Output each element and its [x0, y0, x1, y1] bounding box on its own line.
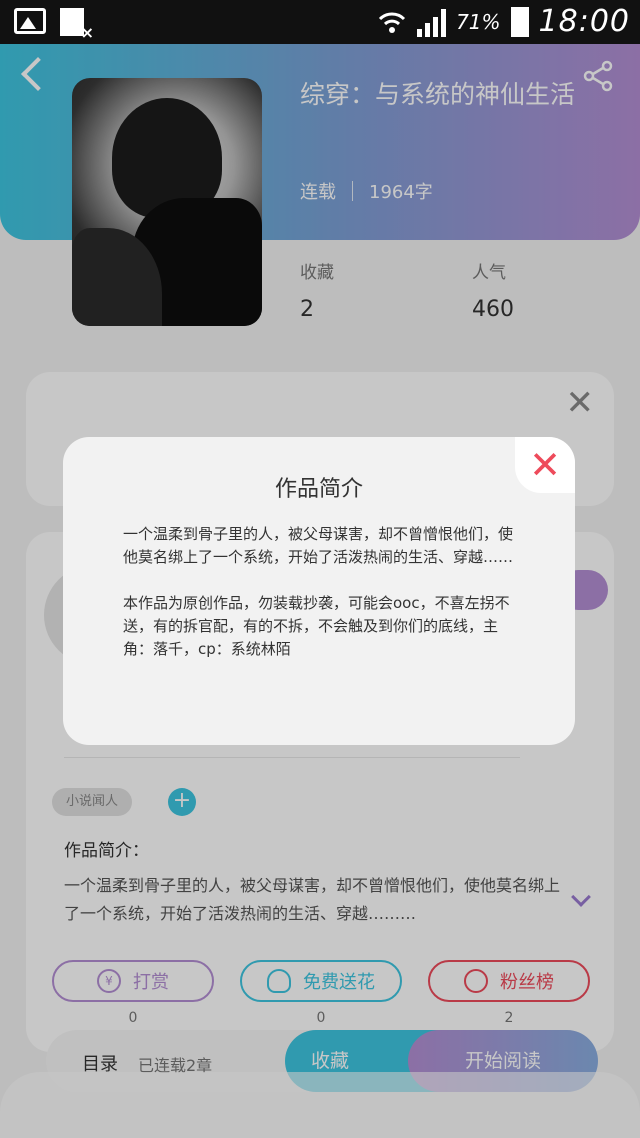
modal-title: 作品简介 — [274, 477, 363, 502]
modal-paragraph: 本作品为原创作品，勿装载抄袭，可能会ooc，不喜左拐不送，有的拆官配，有的不拆，… — [123, 594, 510, 658]
wifi-icon — [379, 12, 406, 33]
image-notification-icon — [14, 8, 46, 34]
clock: 18:00 — [538, 4, 630, 39]
battery-percent: 71% — [456, 9, 501, 34]
signal-icon — [417, 7, 447, 37]
modal-paragraph: 一个温柔到骨子里的人，被父母谋害，却不曾憎恨他们，使他莫名绑上了一个系统，开始了… — [123, 525, 514, 566]
document-notification-icon — [60, 8, 94, 42]
modal-body: 一个温柔到骨子里的人，被父母谋害，却不曾憎恨他们，使他莫名绑上了一个系统，开始了… — [123, 523, 523, 661]
intro-modal: ✕ 作品简介 一个温柔到骨子里的人，被父母谋害，却不曾憎恨他们，使他莫名绑上了一… — [63, 437, 575, 745]
battery-icon — [510, 6, 529, 37]
status-bar: 71% 18:00 — [0, 0, 640, 44]
